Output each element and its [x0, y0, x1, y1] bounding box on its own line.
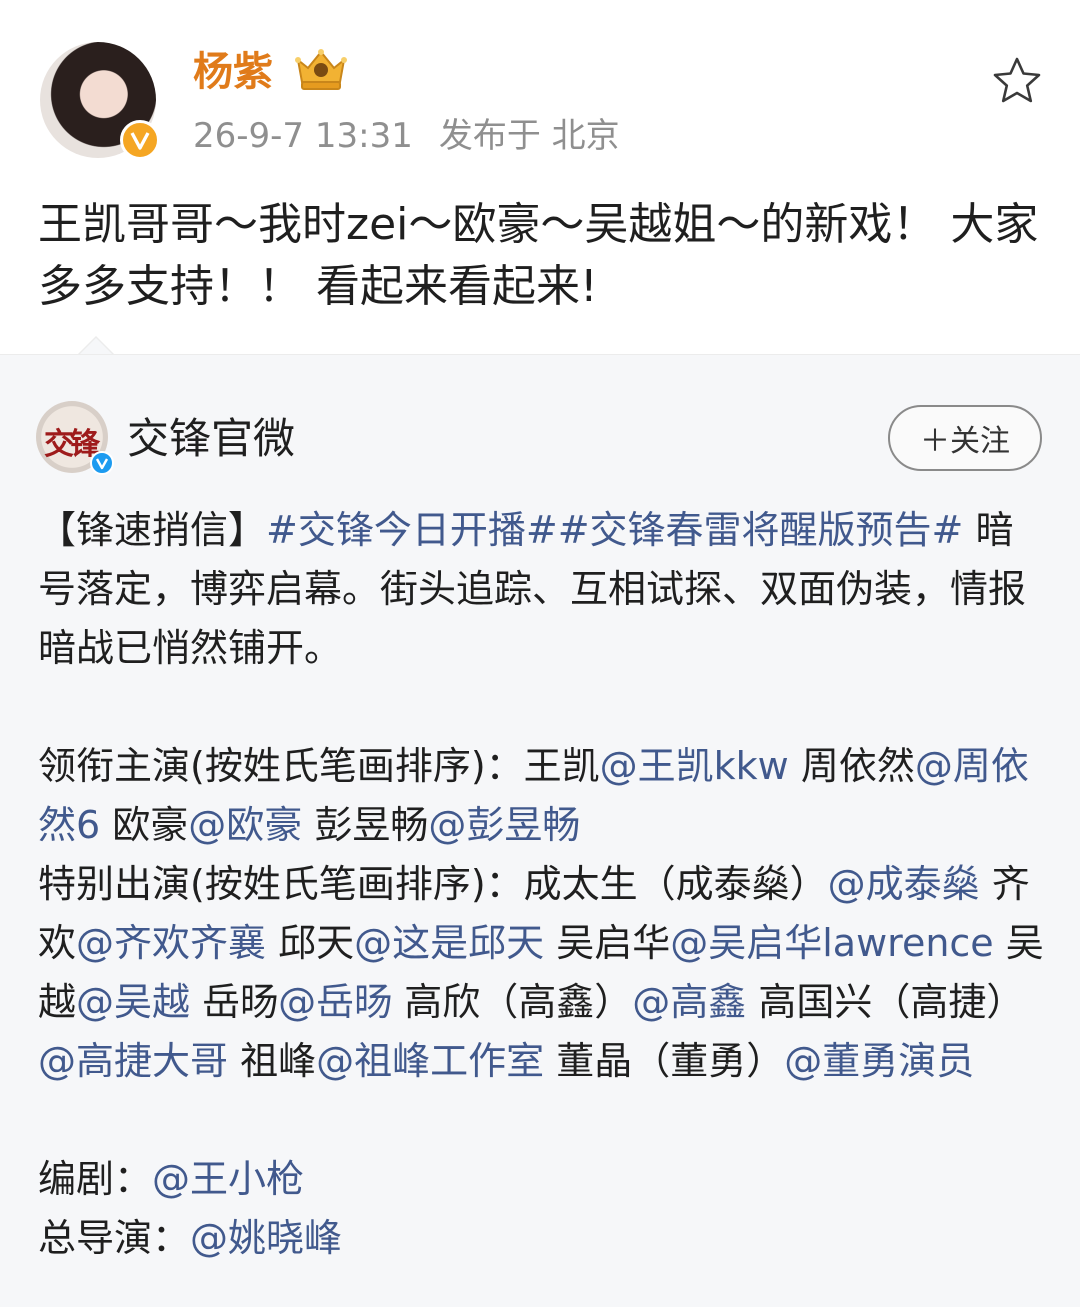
follow-button[interactable]: ＋关注 — [888, 405, 1042, 471]
mention-link[interactable]: @齐欢齐襄 — [76, 921, 266, 965]
repost-avatar-logo: 交锋 — [44, 427, 100, 462]
cast-name: 王凯 — [523, 744, 600, 788]
cast-name: 吴启华 — [544, 921, 671, 965]
cast-name: 高欣（高鑫） — [392, 980, 633, 1024]
mention-link[interactable]: @高捷大哥 — [38, 1039, 228, 1083]
repost-notch-fill — [79, 338, 113, 355]
verified-v-icon — [120, 120, 160, 160]
repost-account-name[interactable]: 交锋官微 — [127, 407, 295, 471]
director-label: 总导演： — [38, 1216, 191, 1260]
hashtag-link[interactable]: #交锋今日开播# — [266, 508, 558, 552]
repost-avatar[interactable]: 交锋 — [36, 401, 114, 475]
mention-link[interactable]: @王小枪 — [152, 1157, 304, 1201]
special-cast-label: 特别出演(按姓氏笔画排序)： — [38, 862, 524, 906]
cast-name: 高国兴（高捷） — [746, 980, 1025, 1024]
cast-name: 周依然 — [788, 744, 915, 788]
cast-name: 邱天 — [266, 921, 355, 965]
writer-label: 编剧： — [38, 1157, 153, 1201]
mention-link[interactable]: @祖峰工作室 — [316, 1039, 544, 1083]
verified-v-icon — [90, 451, 114, 475]
cast-name: 祖峰 — [228, 1039, 317, 1083]
mention-link[interactable]: @岳旸 — [278, 980, 392, 1024]
post-meta: 26-9-7 13:31 发布于 北京 — [193, 110, 620, 162]
mention-link[interactable]: @吴越 — [76, 980, 190, 1024]
mention-link[interactable]: @董勇演员 — [784, 1039, 974, 1083]
crown-icon[interactable] — [294, 46, 348, 92]
star-outline-icon[interactable] — [990, 54, 1044, 108]
post-location: 发布于 北京 — [438, 116, 620, 156]
cast-name: 岳旸 — [190, 980, 279, 1024]
mention-link[interactable]: @王凯kkw — [600, 744, 789, 788]
intro-prefix: 【锋速捎信】 — [38, 508, 267, 552]
mention-link[interactable]: @高鑫 — [632, 980, 746, 1024]
cast-name: 董晶（董勇） — [544, 1039, 785, 1083]
mention-link[interactable]: @这是邱天 — [354, 921, 544, 965]
cast-name: 欧豪 — [100, 803, 189, 847]
mention-link[interactable]: @姚晓峰 — [190, 1216, 342, 1260]
post-timestamp: 26-9-7 13:31 — [193, 116, 413, 156]
username[interactable]: 杨紫 — [193, 40, 273, 104]
mention-link[interactable]: @成泰燊 — [828, 862, 980, 906]
hashtag-link[interactable]: #交锋春雷将醒版预告# — [558, 508, 964, 552]
mention-link[interactable]: @彭昱畅 — [428, 803, 580, 847]
user-avatar[interactable] — [40, 42, 160, 160]
mention-link[interactable]: @欧豪 — [188, 803, 302, 847]
mention-link[interactable]: @吴启华lawrence — [670, 921, 993, 965]
cast-name: 成太生（成泰燊） — [523, 862, 828, 906]
cast-name: 彭昱畅 — [302, 803, 429, 847]
lead-cast-label: 领衔主演(按姓氏笔画排序)： — [38, 744, 524, 788]
repost-text: 【锋速捎信】#交锋今日开播##交锋春雷将醒版预告# 暗号落定，博弈启幕。街头追踪… — [38, 501, 1048, 1268]
post-header: 杨紫 26-9-7 13:31 发布于 北京 — [0, 0, 1080, 180]
reposted-weibo[interactable]: 交锋 交锋官微 ＋关注 【锋速捎信】#交锋今日开播##交锋春雷将醒版预告# 暗号… — [0, 354, 1080, 1307]
post-text: 王凯哥哥～我时zei～欧豪～吴越姐～的新戏！ 大家多多支持！！ 看起来看起来! — [38, 199, 1039, 312]
